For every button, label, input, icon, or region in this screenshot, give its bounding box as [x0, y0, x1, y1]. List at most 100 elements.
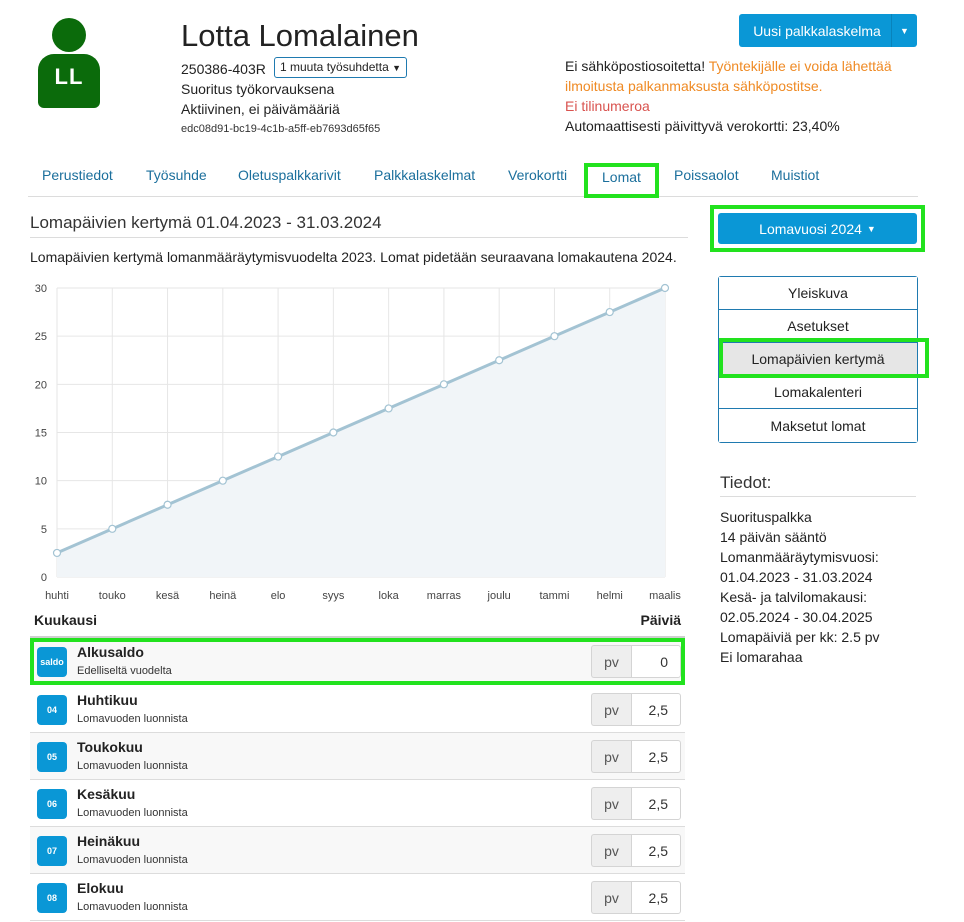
menu-item-calendar[interactable]: Lomakalenteri — [719, 376, 917, 409]
x-tick-label: touko — [99, 590, 126, 602]
details-line: Kesä- ja talvilomakausi: — [720, 589, 868, 605]
tab-poissaolot[interactable]: Poissaolot — [674, 160, 739, 196]
days-input[interactable]: 0 — [631, 645, 681, 678]
y-tick-label: 20 — [35, 379, 47, 391]
unit-addon: pv — [591, 693, 631, 726]
month-badge: saldo — [37, 647, 67, 677]
days-input[interactable]: 2,5 — [631, 787, 681, 820]
data-point — [660, 283, 670, 293]
email-notice: Ei sähköpostiosoitetta! Työntekijälle ei… — [565, 56, 915, 96]
tab-verokortti[interactable]: Verokortti — [508, 160, 567, 196]
y-tick-label: 15 — [35, 428, 47, 440]
table-header: Kuukausi Päiviä — [30, 612, 685, 638]
holiday-year-highlight: Lomavuosi 2024 ▼ — [710, 205, 925, 252]
tab-tyosuhde[interactable]: Työsuhde — [146, 160, 207, 196]
x-tick-label: elo — [271, 590, 286, 602]
details-line: 14 päivän sääntö — [720, 529, 827, 545]
data-point — [384, 404, 393, 413]
details-line: Lomapäiviä per kk: 2.5 pv — [720, 629, 880, 645]
details-line: Suorituspalkka — [720, 509, 812, 525]
employee-status-2: Aktiivinen, ei päivämääriä — [181, 101, 340, 117]
tab-lomat[interactable]: Lomat — [584, 163, 659, 198]
x-tick-label: kesä — [156, 590, 180, 602]
month-badge: 08 — [37, 883, 67, 913]
unit-addon: pv — [591, 740, 631, 773]
data-point — [439, 380, 449, 389]
row-title: Huhtikuu — [77, 692, 138, 708]
x-tick-label: joulu — [487, 590, 511, 602]
caret-down-icon: ▼ — [866, 223, 876, 234]
avatar-head-shape — [52, 18, 86, 52]
unit-addon: pv — [591, 787, 631, 820]
y-tick-label: 25 — [35, 331, 47, 343]
data-point — [218, 476, 227, 485]
data-point — [495, 356, 504, 365]
details-line: 01.04.2023 - 31.03.2024 — [720, 569, 873, 585]
table-row: 08 Elokuu Lomavuoden luonnista pv 2,5 — [30, 874, 685, 921]
days-input[interactable]: 2,5 — [631, 740, 681, 773]
days-input[interactable]: 2,5 — [631, 881, 681, 914]
accrual-chart: 0 5 10 15 20 25 30 huhti touko kesä heinä elo syys lo… — [35, 283, 682, 602]
caret-down-icon[interactable]: ▼ — [891, 14, 917, 47]
days-input[interactable]: 2,5 — [631, 834, 681, 867]
tab-oletuspalkkarivit[interactable]: Oletuspalkkarivit — [238, 160, 341, 196]
row-subtitle: Lomavuoden luonnista — [77, 807, 188, 819]
month-badge: 07 — [37, 836, 67, 866]
email-missing-text: Ei sähköpostiosoitetta! — [565, 58, 709, 74]
column-header-month: Kuukausi — [34, 612, 98, 628]
menu-item-overview[interactable]: Yleiskuva — [719, 277, 917, 310]
x-tick-label: maalis — [649, 590, 681, 602]
row-title: Heinäkuu — [77, 833, 141, 849]
row-title: Elokuu — [77, 880, 124, 896]
tax-card-notice: Automaattisesti päivittyvä verokortti: 2… — [565, 118, 840, 134]
data-point — [52, 548, 62, 558]
details-title: Tiedot: — [720, 473, 772, 492]
y-tick-label: 30 — [35, 283, 47, 295]
caret-down-icon: ▼ — [392, 63, 402, 73]
data-point — [108, 524, 117, 533]
other-employments-dropdown[interactable]: 1 muuta työsuhdetta ▼ — [274, 57, 407, 78]
menu-item-settings[interactable]: Asetukset — [719, 310, 917, 343]
menu-item-accrual[interactable]: Lomapäivien kertymä — [719, 343, 917, 376]
tab-perustiedot[interactable]: Perustiedot — [42, 160, 113, 196]
row-subtitle: Lomavuoden luonnista — [77, 760, 188, 772]
row-subtitle: Lomavuoden luonnista — [77, 901, 188, 913]
menu-item-paid-holidays[interactable]: Maksetut lomat — [719, 409, 917, 442]
employee-status-1: Suoritus työkorvauksena — [181, 81, 335, 97]
no-account-notice: Ei tilinumeroa — [565, 98, 650, 114]
x-tick-label: marras — [427, 590, 462, 602]
details-list: Suorituspalkka 14 päivän sääntö Lomanmää… — [720, 507, 880, 667]
data-point — [163, 500, 172, 509]
month-badge: 04 — [37, 695, 67, 725]
x-tick-label: syys — [322, 590, 345, 602]
section-title: Lomapäivien kertymä 01.04.2023 - 31.03.2… — [30, 213, 382, 232]
unit-addon: pv — [591, 645, 631, 678]
data-point — [273, 452, 283, 461]
avatar-initials: LL — [54, 64, 84, 89]
column-header-days: Päiviä — [640, 612, 681, 628]
tab-muistiot[interactable]: Muistiot — [771, 160, 819, 196]
x-tick-label: loka — [379, 590, 400, 602]
table-row: 07 Heinäkuu Lomavuoden luonnista pv 2,5 — [30, 827, 685, 874]
row-title: Alkusaldo — [77, 644, 144, 660]
row-title: Toukokuu — [77, 739, 143, 755]
row-subtitle: Edelliseltä vuodelta — [77, 665, 172, 677]
holiday-menu: Yleiskuva Asetukset Lomapäivien kertymä … — [718, 276, 918, 443]
days-input[interactable]: 2,5 — [631, 693, 681, 726]
divider — [30, 237, 688, 238]
new-payslip-label: Uusi palkkalaskelma — [753, 22, 881, 39]
new-payslip-button[interactable]: Uusi palkkalaskelma ▼ — [739, 14, 917, 47]
data-point — [605, 307, 614, 317]
holiday-year-dropdown[interactable]: Lomavuosi 2024 ▼ — [718, 213, 917, 244]
tab-bar: Perustiedot Työsuhde Oletuspalkkarivit P… — [28, 160, 918, 198]
y-tick-label: 10 — [35, 476, 47, 488]
employee-ssn: 250386-403R — [181, 61, 266, 77]
x-tick-label: tammi — [539, 590, 569, 602]
table-row: 04 Huhtikuu Lomavuoden luonnista pv 2,5 — [30, 686, 685, 733]
details-line: Ei lomarahaa — [720, 649, 803, 665]
y-tick-label: 0 — [41, 572, 47, 584]
tab-palkkalaskelmat[interactable]: Palkkalaskelmat — [374, 160, 475, 196]
employee-name: Lotta Lomalainen — [181, 18, 419, 53]
details-line: 02.05.2024 - 30.04.2025 — [720, 609, 873, 625]
table-row: 05 Toukokuu Lomavuoden luonnista pv 2,5 — [30, 733, 685, 780]
